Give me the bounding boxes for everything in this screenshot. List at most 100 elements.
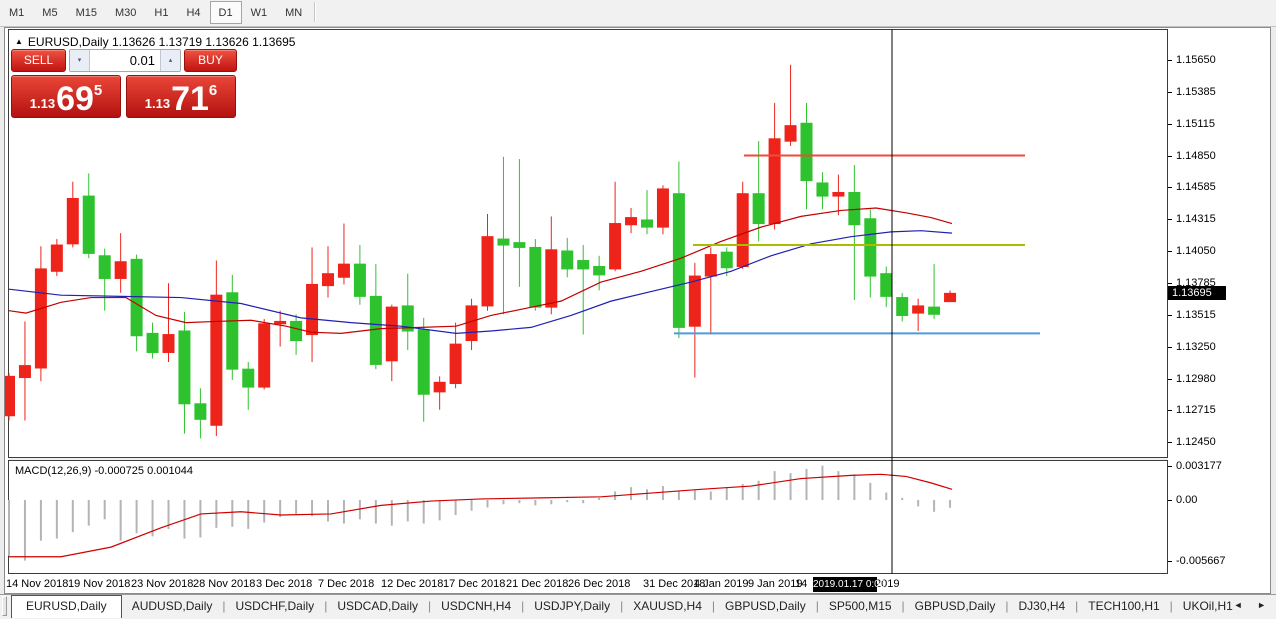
candle-body (610, 224, 621, 269)
date-axis-label: 21 Dec 2018 (506, 578, 568, 590)
axis-tick-mark (1168, 379, 1172, 380)
candle-body (737, 194, 748, 267)
timeframe-button-h1[interactable]: H1 (145, 1, 177, 24)
chart-tab-xauusd-h4[interactable]: XAUUSD,H4 (623, 596, 712, 617)
chart-symbol-label: EURUSD,Daily (28, 35, 109, 49)
chart-tab-usdchf-daily[interactable]: USDCHF,Daily (226, 596, 325, 617)
candle-body (131, 259, 142, 335)
candle-body (67, 198, 78, 243)
one-click-trade-panel: SELL ▾ 0.01 ▴ BUY 1.13 69 5 1.13 71 6 (11, 49, 237, 118)
axis-tick-mark (1168, 219, 1172, 220)
price-axis-label: 1.14850 (1176, 150, 1216, 163)
candle-body (626, 218, 637, 225)
chart-ohlc-values: 1.13626 1.13719 1.13626 1.13695 (112, 35, 296, 49)
price-axis-label: 1.13250 (1176, 341, 1216, 354)
volume-stepper: ▾ 0.01 ▴ (69, 49, 181, 72)
toolbar-separator (314, 2, 316, 22)
volume-decrement-icon[interactable]: ▾ (70, 50, 90, 71)
macd-main-value: -0.000725 (94, 465, 144, 477)
date-axis-label: 17 Dec 2018 (443, 578, 505, 590)
crosshair-date-tag: 2019.01.17 0:00 (813, 577, 877, 592)
candle-body (514, 243, 525, 248)
chart-tab-sp500-m15[interactable]: SP500,M15 (819, 596, 902, 617)
price-axis-label: 1.14050 (1176, 245, 1216, 258)
axis-tick-mark (1168, 283, 1172, 284)
candle-body (5, 376, 15, 415)
candle-body (705, 255, 716, 276)
volume-field[interactable]: 0.01 (90, 50, 160, 71)
candle-body (418, 330, 429, 394)
candle-body (338, 264, 349, 277)
axis-tick-mark (1168, 410, 1172, 411)
price-axis-label: 1.14315 (1176, 213, 1216, 226)
panel-toggle-icon[interactable]: ▲ (15, 37, 23, 46)
chart-tab-dj30-h4[interactable]: DJ30,H4 (1008, 596, 1075, 617)
axis-tick-mark (1168, 156, 1172, 157)
bid-price-pip: 5 (94, 82, 102, 99)
candle-body (498, 239, 509, 245)
date-axis-label: 19 Nov 2018 (68, 578, 130, 590)
timeframe-button-d1[interactable]: D1 (210, 1, 242, 24)
candle-body (19, 366, 30, 378)
axis-tick-mark (1168, 442, 1172, 443)
date-axis-label: 4 Jan 2019 (694, 578, 748, 590)
candle-body (865, 219, 876, 276)
bid-price-button[interactable]: 1.13 69 5 (11, 75, 121, 118)
chart-tab-usdcad-daily[interactable]: USDCAD,Daily (327, 596, 428, 617)
candle-body (833, 193, 844, 197)
tabs-scroll-left-icon[interactable]: ◄ (1228, 600, 1249, 610)
candle-body (259, 324, 270, 387)
candle-body (211, 295, 222, 425)
tabbar-grip[interactable] (2, 596, 7, 616)
candle-body (785, 126, 796, 142)
price-axis-label: 1.15650 (1176, 54, 1216, 67)
candle-body (291, 321, 302, 340)
macd-signal-value: 0.001044 (147, 465, 193, 477)
chart-tab-usdjpy-daily[interactable]: USDJPY,Daily (524, 596, 620, 617)
chart-window[interactable]: ▲ EURUSD,Daily 1.13626 1.13719 1.13626 1.… (4, 27, 1271, 594)
chart-tab-eurusd-daily[interactable]: EURUSD,Daily (11, 595, 122, 618)
candle-body (945, 293, 956, 301)
candle-body (881, 274, 892, 297)
candle-body (323, 274, 334, 286)
chart-tab-usdcnh-h4[interactable]: USDCNH,H4 (431, 596, 521, 617)
candle-body (753, 194, 764, 224)
buy-button[interactable]: BUY (184, 49, 237, 72)
axis-tick-mark (1168, 92, 1172, 93)
chart-tab-gbpusd-daily[interactable]: GBPUSD,Daily (715, 596, 816, 617)
timeframe-button-h4[interactable]: H4 (177, 1, 209, 24)
candle-body (849, 193, 860, 225)
price-axis-label: 1.12450 (1176, 436, 1216, 449)
price-axis-label: 1.13515 (1176, 309, 1216, 322)
candle-body (689, 276, 700, 326)
candle-body (929, 307, 940, 314)
chart-tab-tech100-h1[interactable]: TECH100,H1 (1078, 596, 1169, 617)
timeframe-button-m15[interactable]: M15 (67, 1, 106, 24)
chart-tab-gbpusd-daily[interactable]: GBPUSD,Daily (905, 596, 1006, 617)
timeframe-button-m5[interactable]: M5 (33, 1, 66, 24)
timeframe-button-m1[interactable]: M1 (0, 1, 33, 24)
ask-price-button[interactable]: 1.13 71 6 (126, 75, 236, 118)
volume-increment-icon[interactable]: ▴ (160, 50, 180, 71)
candle-body (913, 306, 924, 313)
timeframe-button-w1[interactable]: W1 (242, 1, 277, 24)
bid-price-prefix: 1.13 (30, 96, 55, 111)
candle-body (801, 123, 812, 180)
chart-tab-audusd-daily[interactable]: AUDUSD,Daily (122, 596, 223, 617)
sell-button[interactable]: SELL (11, 49, 66, 72)
timeframe-button-mn[interactable]: MN (276, 1, 311, 24)
date-axis-label: 14 Nov 2018 (6, 578, 68, 590)
candle-body (642, 220, 653, 227)
candle-body (562, 251, 573, 269)
date-axis-label: 28 Nov 2018 (193, 578, 255, 590)
date-axis-label: 3 Dec 2018 (256, 578, 312, 590)
tabs-scroll-right-icon[interactable]: ► (1251, 600, 1272, 610)
macd-name: MACD(12,26,9) (15, 465, 91, 477)
timeframe-button-m30[interactable]: M30 (106, 1, 145, 24)
axis-tick-mark (1168, 500, 1172, 501)
macd-indicator-label: MACD(12,26,9) -0.000725 0.001044 (15, 465, 193, 477)
axis-tick-mark (1168, 60, 1172, 61)
candle-body (370, 296, 381, 364)
axis-tick-mark (1168, 187, 1172, 188)
candle-body (769, 139, 780, 224)
